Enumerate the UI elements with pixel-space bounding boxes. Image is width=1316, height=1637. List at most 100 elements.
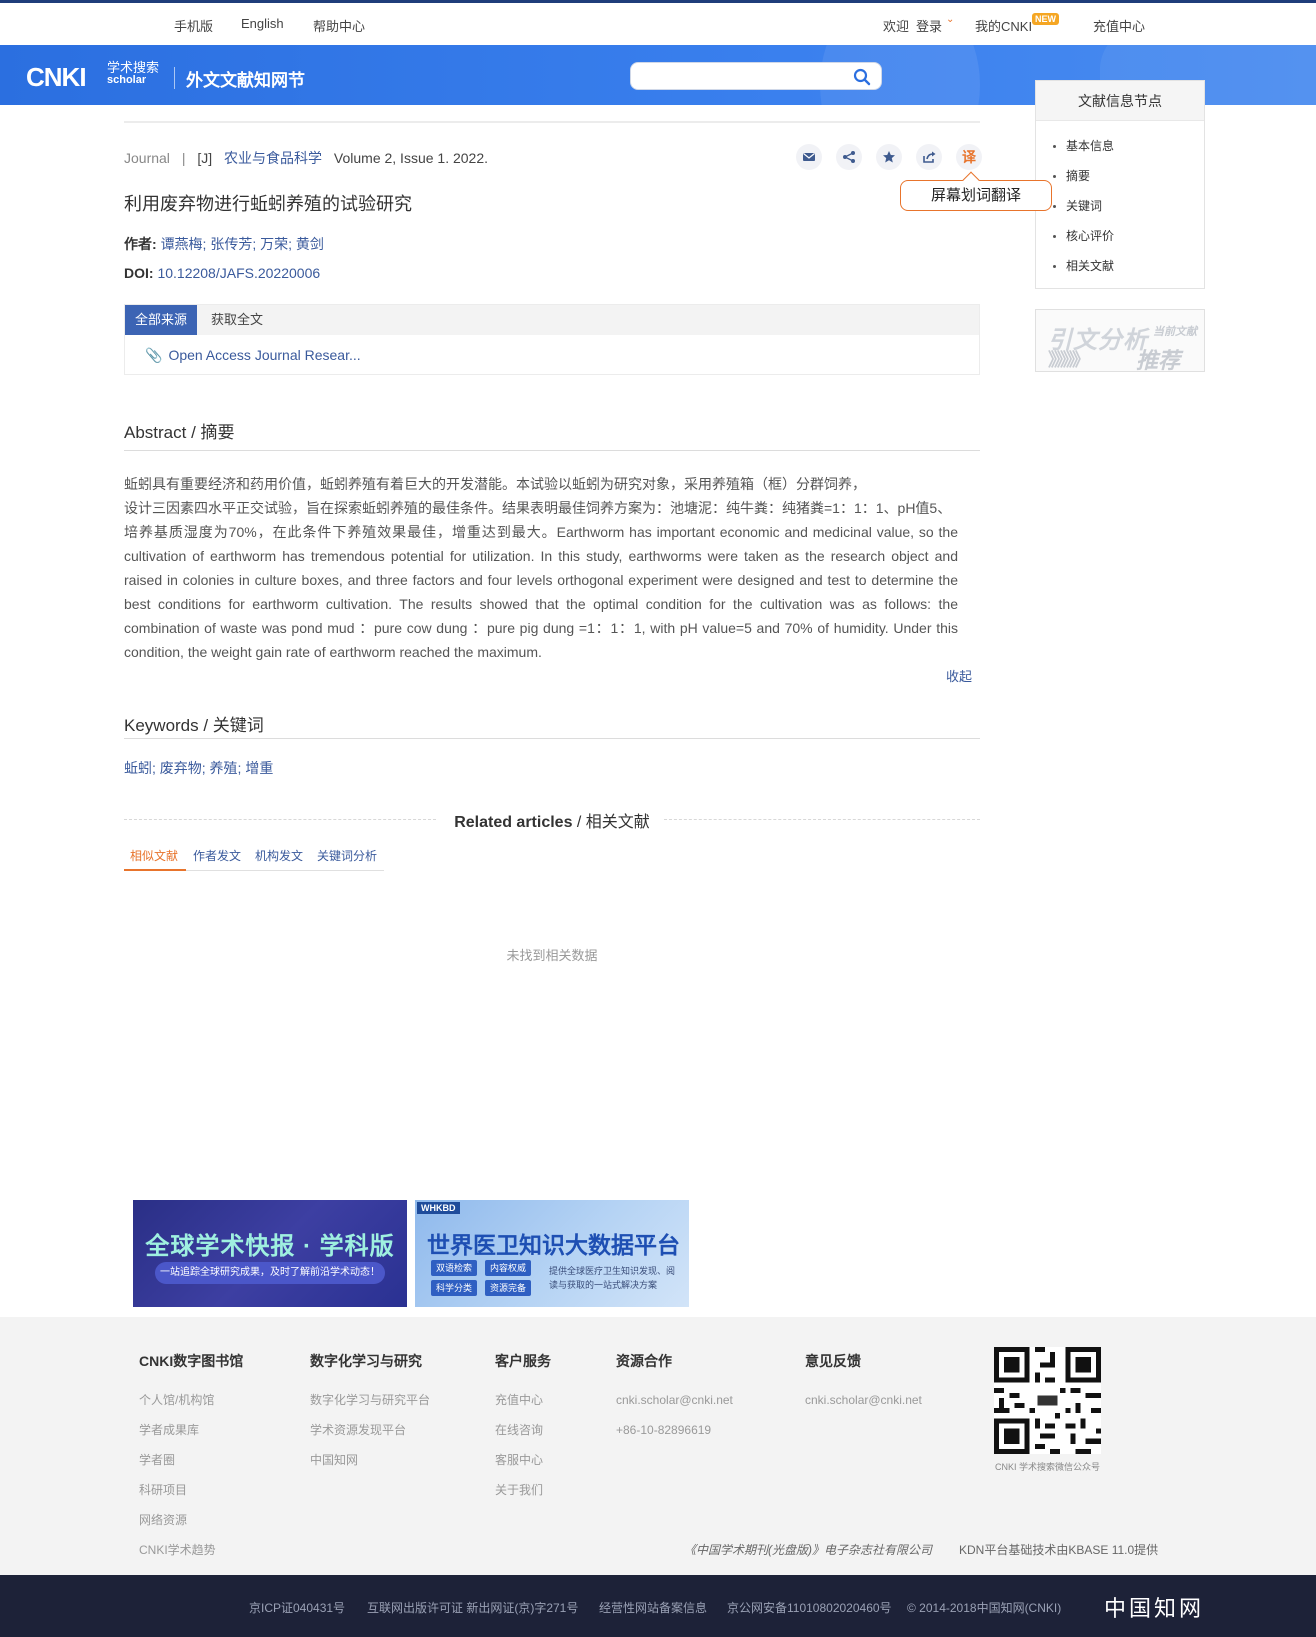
- citation-arrows: 》》》》》: [1048, 350, 1090, 370]
- info-node-title: 文献信息节点: [1036, 81, 1204, 121]
- footer-link[interactable]: 网络资源: [139, 1509, 243, 1539]
- footer-heading: CNKI数字图书馆: [139, 1353, 244, 1369]
- logo-en-text: scholar: [107, 74, 147, 86]
- banner1-title: 全球学术快报 · 学科版: [145, 1233, 395, 1260]
- tab-institution-papers[interactable]: 机构发文: [255, 847, 303, 864]
- cnki-logo[interactable]: CNKI: [26, 62, 87, 93]
- abstract-line: 设计三因素四水平正交试验，旨在探索蚯蚓养殖的最佳条件。结果表明最佳饲养方案为：池…: [124, 500, 952, 516]
- tab-author-papers[interactable]: 作者发文: [193, 847, 241, 864]
- authors-line: 作者: 谭燕梅; 张传芳; 万荣; 黄剑: [124, 234, 324, 254]
- footer-link[interactable]: 数字化学习与研究平台: [310, 1389, 430, 1419]
- tab-keyword-analysis[interactable]: 关键词分析: [317, 847, 377, 864]
- footer-link[interactable]: cnki.scholar@cnki.net: [616, 1389, 733, 1419]
- logo-cn-text: 学术搜索: [107, 60, 160, 75]
- doi-link[interactable]: 10.12208/JAFS.20220006: [157, 265, 320, 281]
- banner2-desc: 提供全球医疗卫生知识发现、阅读与获取的一站式解决方案: [549, 1266, 676, 1290]
- node-core-evaluation[interactable]: 核心评价: [1053, 221, 1204, 251]
- keywords-list[interactable]: 蚯蚓; 废弃物; 养殖; 增重: [124, 758, 273, 778]
- logo-divider: [174, 67, 175, 89]
- tab-similar[interactable]: 相似文献: [130, 847, 178, 864]
- chevron-down-icon[interactable]: ⌄: [946, 14, 954, 25]
- footer-heading: 资源合作: [616, 1353, 672, 1369]
- collapse-link[interactable]: 收起: [946, 666, 972, 685]
- qr-caption: CNKI 学术搜索微信公众号: [994, 1462, 1100, 1472]
- record-info-link[interactable]: 经营性网站备案信息: [599, 1599, 707, 1616]
- source-link-text[interactable]: Open Access Journal Resear...: [168, 347, 360, 363]
- banner2-title: 世界医卫知识大数据平台: [427, 1232, 680, 1258]
- footer-heading: 客户服务: [495, 1353, 551, 1369]
- keywords-divider: [124, 738, 980, 739]
- top-bar: 手机版 English 帮助中心 欢迎 登录 ⌄ 我的CNKI NEW 充值中心: [0, 3, 1316, 45]
- abstract-line: 蚯蚓具有重要经济和药用价值，蚯蚓养殖有着巨大的开发潜能。本试验以蚯蚓为研究对象，…: [124, 476, 866, 492]
- article-meta: Journal | [J] 农业与食品科学 Volume 2, Issue 1.…: [124, 148, 488, 168]
- footer-link[interactable]: cnki.scholar@cnki.net: [805, 1389, 922, 1419]
- volume-info: Volume 2, Issue 1. 2022.: [333, 150, 489, 166]
- authors-list[interactable]: 谭燕梅; 张传芳; 万荣; 黄剑: [161, 236, 324, 252]
- share-button[interactable]: [836, 144, 862, 170]
- node-title: 外文文献知网节: [186, 71, 305, 90]
- node-related[interactable]: 相关文献: [1053, 251, 1204, 281]
- cnki-cn-logo[interactable]: 中国知网: [1104, 1591, 1204, 1623]
- tab-all-sources[interactable]: 全部来源: [125, 305, 198, 335]
- meta-separator: |: [181, 150, 186, 166]
- export-button[interactable]: [916, 144, 942, 170]
- footer-link[interactable]: 关于我们: [495, 1479, 551, 1509]
- abstract-text: 蚯蚓具有重要经济和药用价值，蚯蚓养殖有着巨大的开发潜能。本试验以蚯蚓为研究对象，…: [124, 472, 958, 664]
- footer-col-learning: 数字化学习与研究 数字化学习与研究平台 学术资源发现平台 中国知网: [310, 1351, 430, 1479]
- english-link[interactable]: English: [241, 16, 284, 31]
- source-link[interactable]: 📎 Open Access Journal Resear...: [145, 347, 361, 364]
- no-data-message: 未找到相关数据: [506, 948, 598, 963]
- help-link[interactable]: 帮助中心: [313, 16, 365, 35]
- footer-link[interactable]: 个人馆/机构馆: [139, 1389, 243, 1419]
- footer-link[interactable]: CNKI学术趋势: [139, 1539, 243, 1569]
- bottom-bar: 京ICP证040431号 互联网出版许可证 新出网证(京)字271号 经营性网站…: [0, 1575, 1316, 1637]
- banner-global-academic[interactable]: 全球学术快报 · 学科版 一站追踪全球研究成果，及时了解前沿学术动态！: [133, 1200, 407, 1307]
- footer-link[interactable]: 在线咨询: [495, 1419, 551, 1449]
- welcome-text: 欢迎: [883, 19, 910, 34]
- footer-link[interactable]: 充值中心: [495, 1389, 551, 1419]
- search-box[interactable]: [630, 62, 882, 90]
- footer-col-library: CNKI数字图书馆 个人馆/机构馆 学者成果库 学者圈 科研项目 网络资源 CN…: [139, 1351, 243, 1569]
- search-icon[interactable]: [853, 68, 871, 86]
- node-keywords[interactable]: 关键词: [1053, 191, 1204, 221]
- footer-link[interactable]: 客服中心: [495, 1449, 551, 1479]
- footer-link[interactable]: 中国知网: [310, 1449, 430, 1479]
- related-heading-text: Related articles / 相关文献: [124, 808, 980, 832]
- my-cnki-link[interactable]: 我的CNKI: [975, 16, 1032, 35]
- mobile-link[interactable]: 手机版: [174, 16, 213, 35]
- tech-provider-text: KDN平台基础技术由KBASE 11.0提供: [959, 1543, 1159, 1557]
- banner2-pill: 双语检索: [431, 1260, 478, 1276]
- footer-link[interactable]: 科研项目: [139, 1479, 243, 1509]
- publish-license-link[interactable]: 互联网出版许可证 新出网证(京)字271号: [367, 1599, 578, 1616]
- icp-link[interactable]: 京ICP证040431号: [249, 1599, 345, 1616]
- favorite-button[interactable]: [876, 144, 902, 170]
- doi-label: DOI:: [124, 265, 154, 281]
- doi-line: DOI: 10.12208/JAFS.20220006: [124, 265, 320, 281]
- star-icon: [883, 151, 895, 163]
- footer: CNKI数字图书馆 个人馆/机构馆 学者成果库 学者圈 科研项目 网络资源 CN…: [0, 1317, 1316, 1575]
- info-node-panel: 文献信息节点 基本信息 摘要 关键词 核心评价 相关文献: [1035, 80, 1205, 289]
- abstract-line: 培养基质湿度为70%，在此条件下养殖效果最佳，增重达到最大。Earthworm …: [124, 524, 958, 660]
- police-record-link[interactable]: 京公网安备11010802020460号: [727, 1599, 892, 1616]
- related-heading-cn: / 相关文献: [572, 814, 650, 831]
- recharge-link[interactable]: 充值中心: [1093, 16, 1145, 35]
- banner-medical-platform[interactable]: WHKBD 世界医卫知识大数据平台 双语检索 内容权威 科学分类 资源完备 提供…: [415, 1200, 689, 1307]
- footer-link[interactable]: 学者圈: [139, 1449, 243, 1479]
- sources-tabs: 全部来源 获取全文: [125, 305, 979, 335]
- search-input[interactable]: [641, 63, 851, 89]
- login-link[interactable]: 登录: [916, 16, 942, 35]
- share-icon: [843, 151, 855, 163]
- citation-analysis-banner[interactable]: 引文分析 当前文献 》》》》》 推荐: [1035, 309, 1205, 373]
- footer-col-cooperation: 资源合作 cnki.scholar@cnki.net +86-10-828966…: [616, 1351, 733, 1449]
- email-button[interactable]: [796, 144, 822, 170]
- footer-link[interactable]: 学术资源发现平台: [310, 1419, 430, 1449]
- node-basic-info[interactable]: 基本信息: [1053, 131, 1204, 161]
- related-tabs: 相似文献 作者发文 机构发文 关键词分析: [124, 845, 384, 871]
- journal-link[interactable]: 农业与食品科学: [224, 150, 322, 166]
- footer-link[interactable]: 学者成果库: [139, 1419, 243, 1449]
- translate-button[interactable]: 译: [956, 144, 982, 170]
- footer-col-service: 客户服务 充值中心 在线咨询 客服中心 关于我们: [495, 1351, 551, 1509]
- active-tab-underline: [124, 869, 186, 871]
- tab-full-text[interactable]: 获取全文: [201, 305, 273, 335]
- node-abstract[interactable]: 摘要: [1053, 161, 1204, 191]
